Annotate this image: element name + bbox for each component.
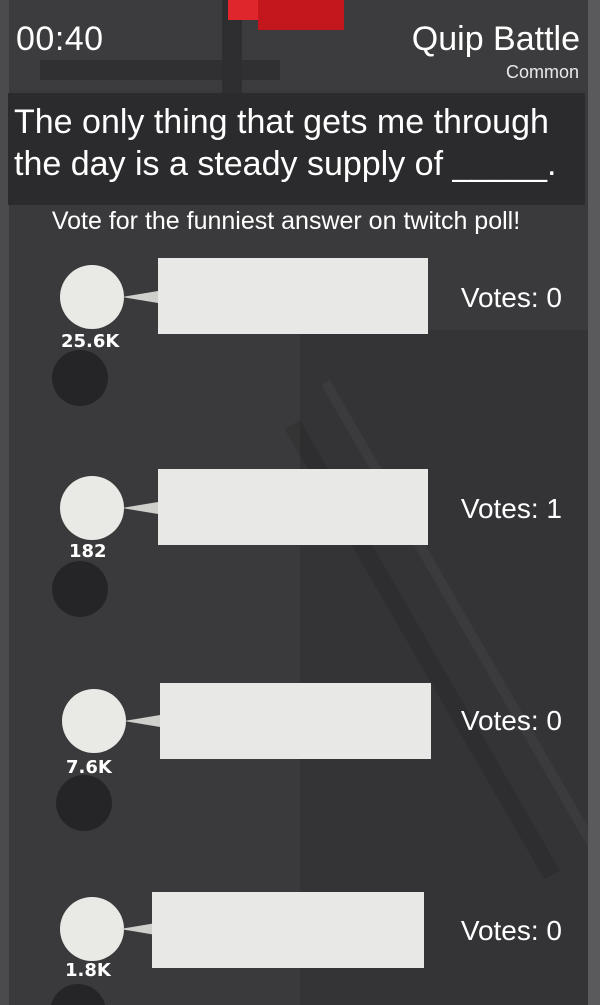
- answer-card[interactable]: [158, 469, 428, 545]
- player-avatar-bubble: [60, 476, 124, 540]
- bubble-pointer: [122, 502, 158, 514]
- answer-card[interactable]: [152, 892, 424, 968]
- answer-entry[interactable]: 182 Votes: 1: [0, 469, 600, 619]
- red-block-front: [258, 0, 344, 30]
- answer-entry[interactable]: 1.8K Votes: 0: [0, 892, 600, 1005]
- prompt-text: The only thing that gets me through the …: [14, 103, 557, 183]
- bubble-pointer: [124, 715, 160, 727]
- viewer-count: 182: [69, 541, 107, 562]
- vote-count: Votes: 0: [460, 915, 562, 946]
- vote-instruction: Vote for the funniest answer on twitch p…: [51, 207, 521, 235]
- bubble-pointer: [120, 923, 156, 935]
- viewer-count: 25.6K: [61, 331, 120, 352]
- bubble-shadow: [56, 775, 112, 831]
- player-avatar-bubble: [60, 265, 124, 329]
- bubble-shadow: [52, 561, 108, 617]
- answer-card[interactable]: [158, 258, 428, 334]
- red-block-decoration: [228, 0, 344, 30]
- countdown-timer: 00:40: [16, 20, 104, 58]
- viewer-count: 1.8K: [65, 960, 111, 981]
- bubble-shadow: [50, 984, 106, 1005]
- answer-card[interactable]: [160, 683, 431, 759]
- vote-count: Votes: 0: [460, 282, 562, 313]
- player-avatar-bubble: [62, 689, 126, 753]
- vote-count: Votes: 0: [460, 705, 562, 736]
- player-avatar-bubble: [60, 897, 124, 961]
- answer-entry[interactable]: 25.6K Votes: 0: [0, 258, 600, 408]
- answer-entry[interactable]: 7.6K Votes: 0: [0, 683, 600, 833]
- viewer-count: 7.6K: [66, 757, 112, 778]
- game-screen: 00:40 Quip Battle Common The only thing …: [0, 0, 600, 1005]
- rarity-label: Common: [505, 62, 579, 82]
- bubble-pointer: [122, 291, 158, 303]
- background-beam: [40, 60, 280, 80]
- game-title: Quip Battle: [411, 20, 580, 58]
- vote-count: Votes: 1: [460, 493, 562, 524]
- bubble-shadow: [52, 350, 108, 406]
